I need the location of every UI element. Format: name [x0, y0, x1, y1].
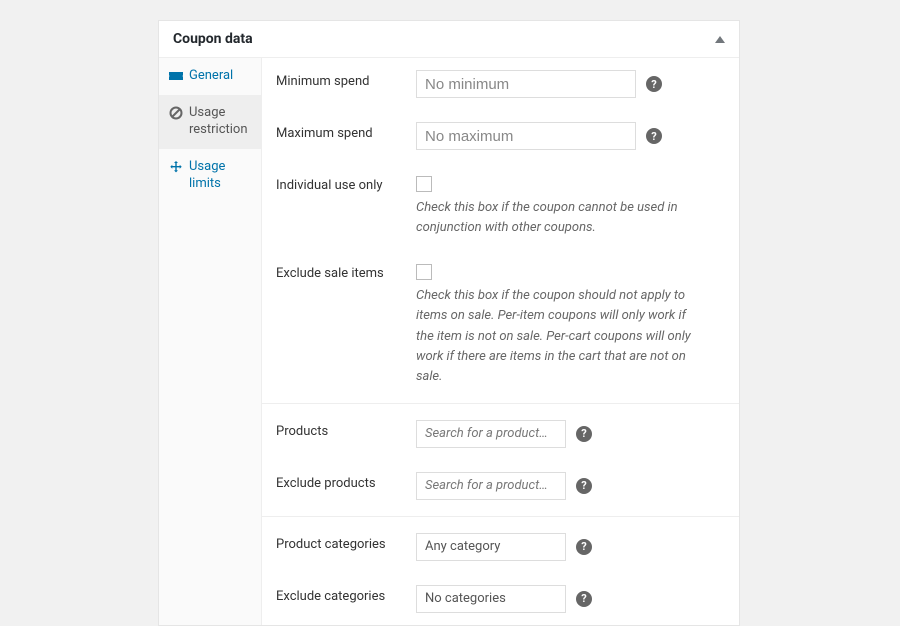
- exclude-sale-checkbox[interactable]: [416, 264, 432, 280]
- label-minimum-spend: Minimum spend: [276, 70, 416, 89]
- tab-usage-limits[interactable]: Usage limits: [159, 149, 261, 203]
- help-icon[interactable]: ?: [576, 478, 592, 494]
- help-icon[interactable]: ?: [646, 76, 662, 92]
- separator: [262, 516, 739, 517]
- help-icon[interactable]: ?: [576, 591, 592, 607]
- row-exclude-sale: Exclude sale items Check this box if the…: [262, 250, 739, 399]
- label-maximum-spend: Maximum spend: [276, 122, 416, 141]
- tab-usage-limits-label: Usage limits: [189, 159, 251, 193]
- label-products: Products: [276, 420, 416, 439]
- tab-general[interactable]: General: [159, 58, 261, 95]
- row-products: Products Search for a product… ?: [262, 408, 739, 460]
- label-product-categories: Product categories: [276, 533, 416, 552]
- help-icon[interactable]: ?: [646, 128, 662, 144]
- individual-use-checkbox[interactable]: [416, 176, 432, 192]
- ban-icon: [169, 106, 183, 120]
- row-exclude-categories: Exclude categories No categories ?: [262, 573, 739, 625]
- help-icon[interactable]: ?: [576, 426, 592, 442]
- row-product-categories: Product categories Any category ?: [262, 521, 739, 573]
- row-minimum-spend: Minimum spend ?: [262, 58, 739, 110]
- coupon-data-panel: Coupon data General Usage restriction: [158, 20, 740, 626]
- products-select[interactable]: Search for a product…: [416, 420, 566, 448]
- product-categories-select[interactable]: Any category: [416, 533, 566, 561]
- hint-exclude-sale: Check this box if the coupon should not …: [416, 286, 706, 387]
- collapse-toggle-icon[interactable]: [715, 36, 725, 43]
- label-exclude-products: Exclude products: [276, 472, 416, 491]
- row-individual-use: Individual use only Check this box if th…: [262, 162, 739, 250]
- exclude-categories-select[interactable]: No categories: [416, 585, 566, 613]
- tab-usage-restriction-label: Usage restriction: [189, 105, 251, 139]
- maximum-spend-input[interactable]: [416, 122, 636, 150]
- minimum-spend-input[interactable]: [416, 70, 636, 98]
- tab-general-label: General: [189, 68, 233, 85]
- hint-individual-use: Check this box if the coupon cannot be u…: [416, 198, 706, 238]
- panel-header: Coupon data: [159, 21, 739, 58]
- label-exclude-sale: Exclude sale items: [276, 262, 416, 281]
- label-exclude-categories: Exclude categories: [276, 585, 416, 604]
- exclude-products-select[interactable]: Search for a product…: [416, 472, 566, 500]
- tab-usage-restriction[interactable]: Usage restriction: [159, 95, 261, 149]
- move-icon: [169, 160, 183, 174]
- label-individual-use: Individual use only: [276, 174, 416, 193]
- tabs-nav: General Usage restriction Usage limits: [159, 58, 262, 625]
- ticket-icon: [169, 69, 183, 83]
- panel-title: Coupon data: [173, 31, 253, 47]
- row-exclude-products: Exclude products Search for a product… ?: [262, 460, 739, 512]
- separator: [262, 403, 739, 404]
- row-maximum-spend: Maximum spend ?: [262, 110, 739, 162]
- tab-content: Minimum spend ? Maximum spend ? Individu…: [262, 58, 739, 625]
